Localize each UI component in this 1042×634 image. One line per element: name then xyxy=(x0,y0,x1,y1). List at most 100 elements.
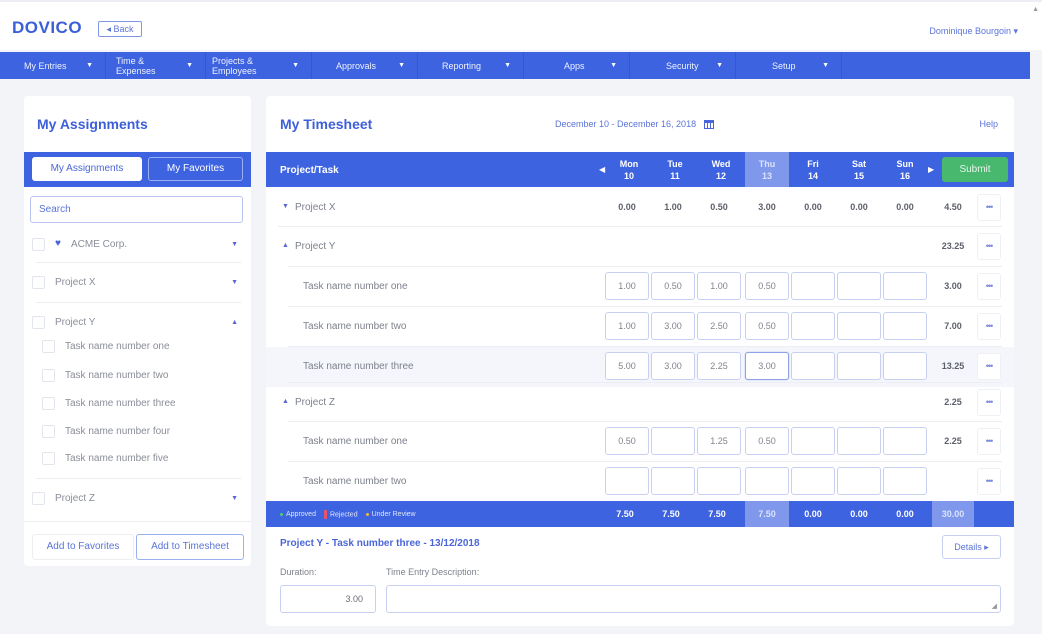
back-button[interactable]: ◂ Back xyxy=(98,21,142,37)
hours-input[interactable] xyxy=(837,352,881,380)
duration-input[interactable]: 3.00 xyxy=(280,585,376,613)
hours-input[interactable]: 0.50 xyxy=(745,427,789,455)
hours-input[interactable] xyxy=(837,272,881,300)
hours-input[interactable]: 0.50 xyxy=(605,427,649,455)
hours-input[interactable]: 1.00 xyxy=(697,272,741,300)
checkbox[interactable] xyxy=(32,315,45,329)
checkbox[interactable] xyxy=(32,237,45,251)
assignment-task[interactable]: Task name number four xyxy=(42,421,252,441)
nav-security[interactable]: Security ▼ xyxy=(630,52,736,79)
chevron-down-icon[interactable]: ▼ xyxy=(231,279,238,286)
search-input[interactable]: Search xyxy=(30,196,243,223)
nav-reporting[interactable]: Reporting ▼ xyxy=(418,52,524,79)
add-to-timesheet-button[interactable]: Add to Timesheet xyxy=(136,534,244,560)
nav-projects-employees[interactable]: Projects & Employees ▼ xyxy=(206,52,312,79)
assignment-task[interactable]: Task name number three xyxy=(42,393,252,413)
nav-approvals[interactable]: Approvals ▼ xyxy=(312,52,418,79)
more-options-button[interactable]: ••• xyxy=(977,273,1001,300)
checkbox[interactable] xyxy=(42,451,55,465)
more-options-button[interactable]: ••• xyxy=(977,468,1001,495)
help-link[interactable]: Help xyxy=(979,119,998,129)
more-options-button[interactable]: ••• xyxy=(977,233,1001,260)
hours-input[interactable] xyxy=(883,312,927,340)
hours-input[interactable] xyxy=(791,312,835,340)
checkbox[interactable] xyxy=(42,368,55,382)
hours-input[interactable]: 2.25 xyxy=(697,352,741,380)
more-options-button[interactable]: ••• xyxy=(977,313,1001,340)
description-textarea[interactable]: ◢ xyxy=(386,585,1001,613)
assignment-task[interactable]: Task name number two xyxy=(42,365,252,385)
chevron-down-icon[interactable]: ▼ xyxy=(282,203,289,210)
hours-input[interactable] xyxy=(791,272,835,300)
hours-input[interactable] xyxy=(651,467,695,495)
task-row[interactable]: Task name number three 5.00 3.00 2.25 3.00 13… xyxy=(266,347,1014,387)
assignment-task[interactable]: Task name number one xyxy=(42,336,252,356)
hours-input[interactable]: 3.00 xyxy=(745,352,789,380)
hours-input[interactable] xyxy=(883,427,927,455)
details-button[interactable]: Details ▸ xyxy=(942,535,1001,559)
checkbox[interactable] xyxy=(42,424,55,438)
nav-my-entries[interactable]: My Entries ▼ xyxy=(0,52,106,79)
hours-input[interactable]: 0.50 xyxy=(745,312,789,340)
checkbox[interactable] xyxy=(42,396,55,410)
chevron-up-icon[interactable]: ▲ xyxy=(231,319,238,326)
project-row[interactable]: ▲ Project Y 23.25 ••• xyxy=(266,227,1014,267)
hours-input[interactable] xyxy=(791,352,835,380)
scroll-up-icon[interactable]: ▲ xyxy=(1032,6,1039,13)
task-row[interactable]: Task name number one 0.50 1.25 0.50 2.25 ••• xyxy=(266,422,1014,462)
hours-input[interactable] xyxy=(883,352,927,380)
tab-my-favorites[interactable]: My Favorites xyxy=(148,157,243,181)
assignment-task[interactable]: Task name number five xyxy=(42,448,252,468)
hours-input[interactable] xyxy=(837,427,881,455)
hours-input[interactable]: 2.50 xyxy=(697,312,741,340)
nav-apps[interactable]: Apps ▼ xyxy=(524,52,630,79)
hours-input[interactable] xyxy=(883,272,927,300)
hours-input[interactable] xyxy=(791,427,835,455)
hours-input[interactable] xyxy=(605,467,649,495)
assignment-project-y[interactable]: Project Y ▲ xyxy=(32,312,242,332)
checkbox[interactable] xyxy=(32,491,45,505)
chevron-down-icon[interactable]: ▼ xyxy=(231,241,238,248)
submit-button[interactable]: Submit xyxy=(942,157,1008,182)
assignment-project-x[interactable]: Project X ▼ xyxy=(32,272,242,292)
project-row[interactable]: ▲ Project Z 2.25 ••• xyxy=(266,383,1014,423)
task-row[interactable]: Task name number two ••• xyxy=(266,462,1014,502)
more-options-button[interactable]: ••• xyxy=(977,194,1001,221)
date-range-picker[interactable]: December 10 - December 16, 2018 xyxy=(555,119,715,129)
chevron-down-icon[interactable]: ▼ xyxy=(231,495,238,502)
prev-week-icon[interactable]: ◀ xyxy=(599,165,605,174)
more-options-button[interactable]: ••• xyxy=(977,389,1001,416)
chevron-up-icon[interactable]: ▲ xyxy=(282,398,289,405)
task-row[interactable]: Task name number two 1.00 3.00 2.50 0.50 7.00… xyxy=(266,307,1014,347)
dovico-logo[interactable]: DOVICO xyxy=(12,18,82,38)
hours-input[interactable] xyxy=(745,467,789,495)
tab-my-assignments[interactable]: My Assignments xyxy=(32,157,142,181)
checkbox[interactable] xyxy=(42,339,55,353)
hours-input[interactable]: 3.00 xyxy=(651,352,695,380)
more-options-button[interactable]: ••• xyxy=(977,428,1001,455)
project-row[interactable]: ▼ Project X 0.00 1.00 0.50 3.00 0.00 0.00 0.00 4.… xyxy=(266,188,1014,228)
hours-input[interactable]: 3.00 xyxy=(651,312,695,340)
add-to-favorites-button[interactable]: Add to Favorites xyxy=(32,534,134,560)
hours-input[interactable] xyxy=(837,467,881,495)
hours-input[interactable] xyxy=(697,467,741,495)
hours-input[interactable] xyxy=(837,312,881,340)
next-week-icon[interactable]: ▶ xyxy=(928,165,934,174)
hours-input[interactable]: 1.00 xyxy=(605,312,649,340)
checkbox[interactable] xyxy=(32,275,45,289)
assignment-project-z[interactable]: Project Z ▼ xyxy=(32,488,242,508)
hours-input[interactable] xyxy=(651,427,695,455)
hours-input[interactable]: 5.00 xyxy=(605,352,649,380)
nav-time-expenses[interactable]: Time & Expenses ▼ xyxy=(106,52,206,79)
hours-input[interactable]: 1.25 xyxy=(697,427,741,455)
task-row[interactable]: Task name number one 1.00 0.50 1.00 0.50 3.00… xyxy=(266,267,1014,307)
hours-input[interactable]: 0.50 xyxy=(651,272,695,300)
nav-setup[interactable]: Setup ▼ xyxy=(736,52,842,79)
hours-input[interactable] xyxy=(791,467,835,495)
user-menu[interactable]: Dominique Bourgoin ▾ xyxy=(929,26,1018,37)
resize-grip-icon[interactable]: ◢ xyxy=(992,602,997,610)
hours-input[interactable]: 0.50 xyxy=(745,272,789,300)
hours-input[interactable]: 1.00 xyxy=(605,272,649,300)
assignment-client-acme[interactable]: ♥ ACME Corp. ▼ xyxy=(32,234,242,254)
calendar-icon[interactable] xyxy=(704,119,715,129)
